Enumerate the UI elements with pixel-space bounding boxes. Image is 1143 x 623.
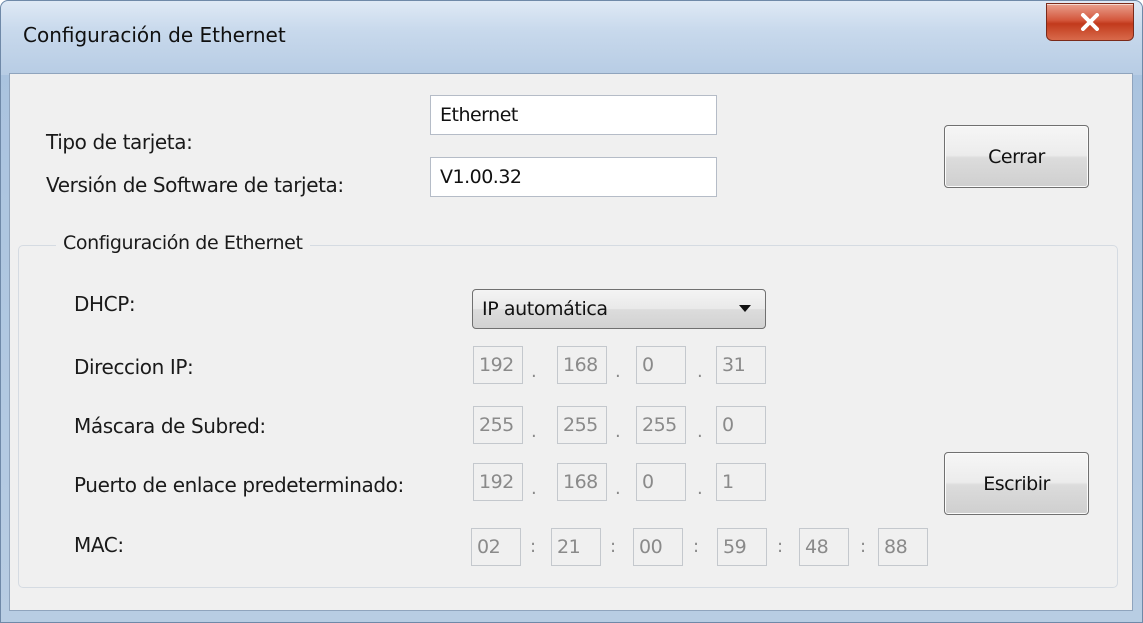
- gateway-separator: .: [697, 478, 703, 499]
- gateway-octet-4-value: 1: [722, 471, 734, 493]
- close-window-button[interactable]: [1046, 3, 1134, 41]
- gateway-octet-1-value: 192: [479, 471, 514, 493]
- ip-octet-2[interactable]: 168: [557, 346, 607, 384]
- dropdown-arrow-icon: [739, 305, 751, 312]
- mask-octet-1[interactable]: 255: [473, 406, 523, 444]
- mask-octet-2[interactable]: 255: [557, 406, 607, 444]
- gateway-separator: .: [615, 478, 621, 499]
- close-button[interactable]: Cerrar: [944, 125, 1089, 188]
- window-title: Configuración de Ethernet: [23, 23, 286, 47]
- gateway-octet-3[interactable]: 0: [636, 463, 686, 501]
- ip-address-label: Direccion IP:: [74, 355, 194, 379]
- ip-octet-4-value: 31: [722, 354, 746, 376]
- mask-separator: .: [697, 421, 703, 442]
- ip-octet-1-value: 192: [479, 354, 514, 376]
- mac-byte-5-value: 48: [805, 536, 829, 558]
- mac-byte-4[interactable]: 59: [717, 528, 767, 566]
- mask-separator: .: [531, 421, 537, 442]
- ip-octet-3-value: 0: [642, 354, 654, 376]
- mask-octet-1-value: 255: [479, 414, 514, 436]
- mask-octet-4-value: 0: [722, 414, 734, 436]
- gateway-separator: .: [531, 478, 537, 499]
- card-type-label: Tipo de tarjeta:: [46, 130, 193, 154]
- gateway-octet-2[interactable]: 168: [557, 463, 607, 501]
- ip-octet-2-value: 168: [563, 354, 598, 376]
- mac-byte-5[interactable]: 48: [799, 528, 849, 566]
- ip-separator: .: [615, 361, 621, 382]
- mac-label: MAC:: [74, 533, 124, 557]
- dhcp-selected-value: IP automática: [482, 298, 608, 320]
- card-type-field[interactable]: Ethernet: [430, 95, 717, 135]
- mac-byte-2[interactable]: 21: [551, 528, 601, 566]
- ip-octet-3[interactable]: 0: [636, 346, 686, 384]
- card-type-value: Ethernet: [440, 104, 518, 126]
- mac-separator: :: [693, 536, 700, 557]
- software-version-label: Versión de Software de tarjeta:: [46, 173, 344, 197]
- mac-byte-6[interactable]: 88: [878, 528, 928, 566]
- close-x-icon: [1081, 13, 1099, 31]
- gateway-octet-4[interactable]: 1: [716, 463, 766, 501]
- mask-octet-3[interactable]: 255: [636, 406, 686, 444]
- mac-byte-6-value: 88: [884, 536, 908, 558]
- title-bar[interactable]: Configuración de Ethernet: [1, 1, 1142, 75]
- ip-octet-4[interactable]: 31: [716, 346, 766, 384]
- mac-byte-4-value: 59: [723, 536, 747, 558]
- dhcp-label: DHCP:: [74, 292, 136, 316]
- mac-byte-1[interactable]: 02: [471, 528, 521, 566]
- software-version-value: V1.00.32: [440, 166, 522, 188]
- mac-separator: :: [777, 536, 784, 557]
- mask-octet-3-value: 255: [642, 414, 677, 436]
- software-version-field[interactable]: V1.00.32: [430, 157, 717, 197]
- ethernet-group-title: Configuración de Ethernet: [56, 232, 310, 254]
- gateway-octet-3-value: 0: [642, 471, 654, 493]
- mask-octet-4[interactable]: 0: [716, 406, 766, 444]
- mask-octet-2-value: 255: [563, 414, 598, 436]
- mac-byte-1-value: 02: [477, 536, 501, 558]
- mac-byte-3-value: 00: [639, 536, 663, 558]
- ip-octet-1[interactable]: 192: [473, 346, 523, 384]
- gateway-label: Puerto de enlace predeterminado:: [74, 473, 404, 497]
- ip-separator: .: [531, 361, 537, 382]
- mac-byte-2-value: 21: [557, 536, 581, 558]
- write-button-label: Escribir: [983, 472, 1050, 495]
- mac-separator: :: [610, 536, 617, 557]
- mac-byte-3[interactable]: 00: [633, 528, 683, 566]
- ip-separator: .: [697, 361, 703, 382]
- dhcp-select[interactable]: IP automática: [472, 289, 766, 329]
- gateway-octet-1[interactable]: 192: [473, 463, 523, 501]
- write-button[interactable]: Escribir: [944, 452, 1089, 515]
- gateway-octet-2-value: 168: [563, 471, 598, 493]
- subnet-mask-label: Máscara de Subred:: [74, 414, 266, 438]
- mask-separator: .: [615, 421, 621, 442]
- mac-separator: :: [530, 536, 537, 557]
- mac-separator: :: [860, 536, 867, 557]
- close-button-label: Cerrar: [988, 145, 1045, 168]
